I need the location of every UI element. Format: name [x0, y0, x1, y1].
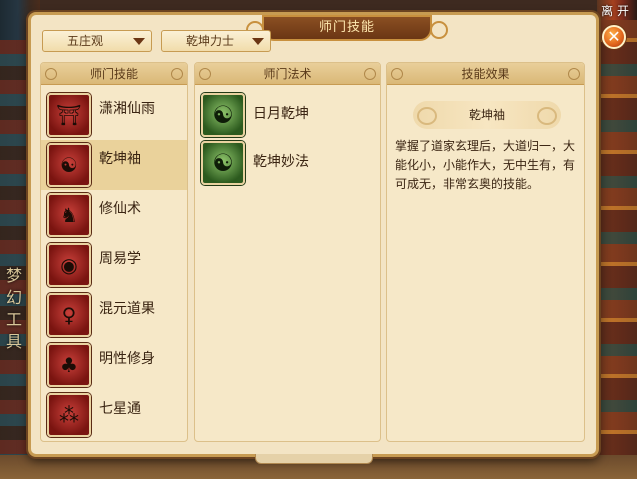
- left-pillar: [0, 40, 30, 460]
- exit-button[interactable]: 离 开: [601, 2, 629, 19]
- close-icon: ✕: [607, 27, 621, 46]
- window-title: 师门技能: [246, 15, 448, 41]
- skill-name: 混元道果: [99, 301, 155, 317]
- yinyang-icon: ☯: [201, 141, 245, 185]
- chevron-down-icon: [133, 38, 145, 45]
- skill-name: 乾坤袖: [99, 151, 141, 167]
- skill-item[interactable]: ⁂ 七星通: [41, 390, 187, 440]
- school-dropdown[interactable]: 五庄观: [42, 30, 152, 52]
- method-item[interactable]: ☯ 日月乾坤: [199, 91, 379, 139]
- right-pillar: [597, 20, 637, 460]
- skill-item[interactable]: ⛩ 潇湘仙雨: [41, 90, 187, 140]
- role-dropdown-value: 乾坤力士: [186, 34, 235, 48]
- gourd-icon: ♀: [47, 293, 91, 337]
- method-item[interactable]: ☯ 乾坤妙法: [199, 139, 379, 187]
- effect-skill-title: 乾坤袖: [413, 101, 561, 129]
- skill-name: 七星通: [99, 401, 141, 417]
- skill-name: 周易学: [99, 251, 141, 267]
- seven-stars-icon: ⁂: [47, 393, 91, 437]
- skill-name: 明性修身: [99, 351, 155, 367]
- skill-item[interactable]: ◉ 周易学: [41, 240, 187, 290]
- skills-column: 师门技能 ⛩ 潇湘仙雨 ☯ 乾坤袖 ♞ 修仙术 ◉ 周易学 ♀ 混元道果 ♣ 明…: [40, 62, 188, 442]
- school-dropdown-value: 五庄观: [67, 34, 104, 48]
- bottom-tab-decoration: [255, 454, 373, 464]
- side-glyph: 工: [6, 310, 23, 329]
- skill-name: 潇湘仙雨: [99, 101, 155, 117]
- skill-item[interactable]: ♣ 明性修身: [41, 340, 187, 390]
- methods-column: 师门法术 ☯ 日月乾坤 ☯ 乾坤妙法: [194, 62, 381, 442]
- skills-column-header: 师门技能: [41, 63, 187, 85]
- effect-column-header: 技能效果: [387, 63, 584, 85]
- side-glyph: 梦: [6, 266, 23, 285]
- chevron-down-icon: [252, 38, 264, 45]
- immortal-figure-icon: ♞: [47, 193, 91, 237]
- yinyang-icon: ☯: [201, 93, 245, 137]
- skill-item[interactable]: ♞ 修仙术: [41, 190, 187, 240]
- pavilion-icon: ⛩: [47, 93, 91, 137]
- skill-name: 修仙术: [99, 201, 141, 217]
- yinyang-sleeve-icon: ☯: [47, 143, 91, 187]
- method-name: 日月乾坤: [253, 106, 309, 122]
- side-glyph: 幻: [6, 288, 23, 307]
- tree-icon: ♣: [47, 343, 91, 387]
- method-name: 乾坤妙法: [253, 154, 309, 170]
- skill-item-selected[interactable]: ☯ 乾坤袖: [41, 140, 187, 190]
- side-glyph: 具: [6, 332, 23, 351]
- role-dropdown[interactable]: 乾坤力士: [161, 30, 271, 52]
- effect-description: 掌握了道家玄理后，大道归一，大能化小，小能作大，无中生有，有可成无，非常玄奥的技…: [395, 139, 576, 191]
- skill-item[interactable]: ♀ 混元道果: [41, 290, 187, 340]
- methods-column-header: 师门法术: [195, 63, 380, 85]
- bagua-square-icon: ◉: [47, 243, 91, 287]
- effect-column: 技能效果 乾坤袖 掌握了道家玄理后，大道归一，大能化小，小能作大，无中生有，有可…: [386, 62, 585, 442]
- close-button[interactable]: ✕: [602, 25, 626, 49]
